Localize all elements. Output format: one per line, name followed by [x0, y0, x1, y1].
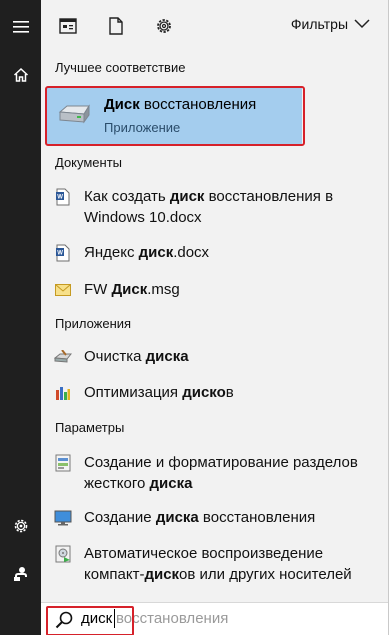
apps-header: Приложения: [55, 316, 132, 331]
settings-item-3[interactable]: Автоматическое воспроизведение компакт-ди…: [53, 543, 373, 585]
set3-line2-post: ов или других носителей: [179, 566, 352, 583]
doc3-pre: FW: [84, 281, 112, 298]
gear-icon: [157, 19, 171, 33]
defrag-icon: [53, 383, 73, 403]
chevron-down-icon: [354, 19, 370, 29]
set1-line2-pre: жесткого: [84, 475, 150, 492]
document-item-1[interactable]: W Как создать диск восстановления в Windo…: [53, 186, 373, 228]
settings-item-2-text: Создание диска восстановления: [84, 507, 315, 528]
set3-pre: Автоматическое воспроизведение: [84, 545, 324, 562]
document-item-3[interactable]: FW Диск.msg: [53, 279, 373, 300]
app2-bold: диско: [182, 384, 226, 401]
app1-pre: Очистка: [84, 348, 146, 365]
doc1-line2: Windows 10.docx: [84, 209, 202, 226]
set3-line2-pre: компакт-: [84, 566, 145, 583]
set2-post: восстановления: [198, 509, 316, 526]
doc1-pre: Как создать: [84, 188, 170, 205]
doc2-post: .docx: [173, 244, 210, 261]
mail-envelope-icon: [53, 280, 73, 300]
results-toolbar: Фильтры: [41, 0, 388, 52]
autoplay-icon: [53, 544, 73, 564]
word-doc-icon: W: [53, 243, 73, 263]
gear-icon: [14, 519, 27, 532]
set2-bold: диска: [155, 509, 199, 526]
document-item-2[interactable]: W Яндекс диск.docx: [53, 242, 373, 263]
doc2-pre: Яндекс: [84, 244, 139, 261]
svg-text:W: W: [57, 251, 63, 257]
disk-partition-icon: [53, 453, 73, 473]
app2-post: в: [225, 384, 234, 401]
settings-item-2[interactable]: Создание диска восстановления: [53, 507, 373, 528]
set2-pre: Создание: [84, 509, 156, 526]
best-match-header: Лучшее соответствие: [55, 60, 186, 75]
settings-filter-button[interactable]: [153, 15, 175, 37]
app-item-1-text: Очистка диска: [84, 346, 189, 367]
word-doc-icon: W: [53, 187, 73, 207]
doc1-post: восстановления в: [204, 188, 334, 205]
app-item-2-text: Оптимизация дисков: [84, 382, 234, 403]
app-window-icon: [59, 18, 77, 34]
settings-header: Параметры: [55, 420, 125, 435]
filters-label: Фильтры: [290, 16, 348, 32]
set1-line2-bold: диска: [149, 475, 193, 492]
home-icon: [13, 67, 28, 82]
feedback-person-icon: [13, 566, 27, 581]
settings-item-3-text: Автоматическое воспроизведение компакт-ди…: [84, 543, 352, 585]
apps-filter-button[interactable]: [57, 15, 79, 37]
documents-header: Документы: [55, 155, 123, 170]
hamburger-menu-button[interactable]: [0, 6, 41, 47]
doc1-bold: диск: [169, 188, 205, 205]
hamburger-icon: [12, 20, 29, 33]
disk-cleanup-icon: [53, 347, 73, 367]
document-item-3-text: FW Диск.msg: [84, 279, 180, 300]
documents-filter-button[interactable]: [105, 15, 127, 37]
settings-button[interactable]: [0, 505, 41, 546]
settings-item-1[interactable]: Создание и форматирование разделов жестко…: [53, 452, 373, 494]
document-item-1-text: Как создать диск восстановления в Windows…: [84, 186, 333, 228]
doc3-post: .msg: [147, 281, 180, 298]
settings-item-1-text: Создание и форматирование разделов жестко…: [84, 452, 358, 494]
monitor-recovery-icon: [53, 508, 73, 528]
home-button[interactable]: [0, 54, 41, 95]
app2-pre: Оптимизация: [84, 384, 183, 401]
best-match-annotation-box: [45, 86, 305, 146]
filters-dropdown[interactable]: Фильтры: [291, 16, 370, 32]
set1-pre: Создание и форматирование разделов: [84, 454, 358, 471]
app1-bold: диска: [145, 348, 189, 365]
search-annotation-box: [46, 606, 134, 635]
document-item-2-text: Яндекс диск.docx: [84, 242, 209, 263]
app-item-1[interactable]: Очистка диска: [53, 346, 373, 367]
app-item-2[interactable]: Оптимизация дисков: [53, 382, 373, 403]
svg-text:W: W: [57, 195, 63, 201]
search-bar[interactable]: диск восстановления: [41, 602, 388, 635]
feedback-button[interactable]: [0, 553, 41, 594]
doc2-bold: диск: [138, 244, 174, 261]
document-icon: [109, 17, 123, 35]
search-results-panel: Фильтры Лучшее соответствие Диск восстан…: [41, 0, 388, 635]
set3-line2-bold: диск: [144, 566, 180, 583]
doc3-bold: Диск: [111, 281, 148, 298]
start-rail: [0, 0, 41, 635]
